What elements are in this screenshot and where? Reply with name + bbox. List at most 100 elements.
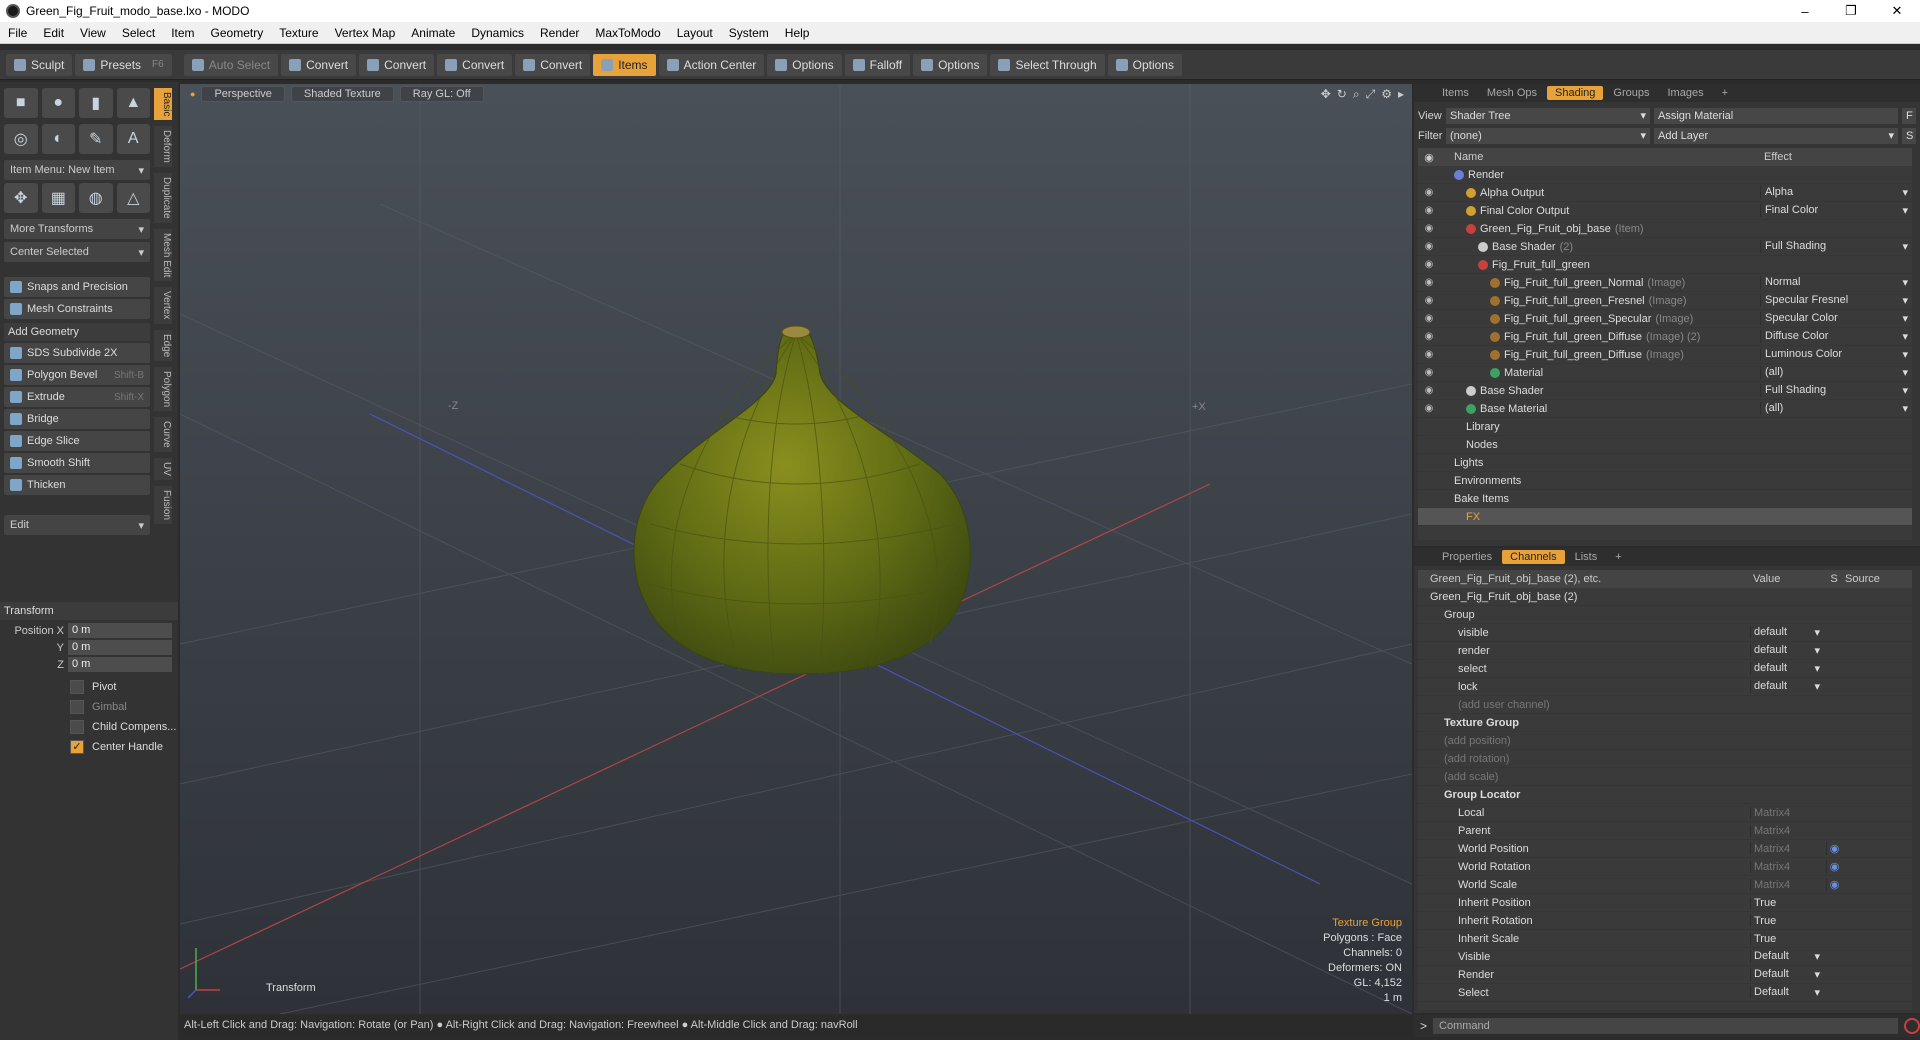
menu-vertex-map[interactable]: Vertex Map bbox=[327, 26, 404, 40]
shader-tree-row[interactable]: ◉ Final Color Output Final Color ▾ bbox=[1418, 202, 1912, 220]
shader-tree-row[interactable]: Nodes bbox=[1418, 436, 1912, 454]
grid-icon[interactable]: ▦ bbox=[41, 183, 75, 213]
shader-tree-row[interactable]: ◉ Fig_Fruit_full_green_Diffuse (Image) (2)… bbox=[1418, 328, 1912, 346]
convert-polygons-button[interactable]: Convert bbox=[437, 53, 513, 76]
pivot-checkbox[interactable]: Pivot bbox=[0, 677, 178, 697]
center-handle-checkbox[interactable]: ✓ Center Handle bbox=[0, 737, 178, 757]
channel-value[interactable]: Matrix4 bbox=[1750, 878, 1826, 891]
channel-row[interactable]: Parent Matrix4 bbox=[1418, 822, 1912, 840]
settings-gear-icon[interactable]: ⚙ bbox=[1381, 87, 1392, 102]
menu-geometry[interactable]: Geometry bbox=[203, 26, 272, 40]
channel-value[interactable]: Matrix4 bbox=[1750, 860, 1826, 873]
tab-mesh-ops[interactable]: Mesh Ops bbox=[1479, 86, 1545, 100]
eye-icon[interactable]: ◉ bbox=[1418, 367, 1440, 378]
menu-render[interactable]: Render bbox=[532, 26, 587, 40]
tab-basic[interactable]: Basic bbox=[154, 88, 172, 121]
tab-uv[interactable]: UV bbox=[154, 457, 172, 480]
shader-tree-row[interactable]: ◉ Alpha Output Alpha ▾ bbox=[1418, 184, 1912, 202]
menu-system[interactable]: System bbox=[721, 26, 777, 40]
f-button[interactable]: F bbox=[1902, 108, 1916, 124]
channel-row[interactable]: (add user channel) bbox=[1418, 696, 1912, 714]
select-through-button[interactable]: Select Through bbox=[990, 53, 1105, 76]
shader-tree-row[interactable]: FX bbox=[1418, 508, 1912, 526]
falloff-options-button[interactable]: Options bbox=[913, 53, 988, 76]
tool-thicken-button[interactable]: Thicken bbox=[4, 475, 150, 495]
eye-icon[interactable]: ◉ bbox=[1418, 277, 1440, 288]
globe-icon[interactable]: ◍ bbox=[79, 183, 113, 213]
channel-value[interactable]: True bbox=[1750, 896, 1826, 909]
effect-cell[interactable]: (all) ▾ bbox=[1760, 402, 1912, 415]
shader-tree-row[interactable]: Bake Items bbox=[1418, 490, 1912, 508]
mesh-constraints-button[interactable]: Mesh Constraints bbox=[4, 299, 150, 319]
tool-smooth-shift-button[interactable]: Smooth Shift bbox=[4, 453, 150, 473]
menu-layout[interactable]: Layout bbox=[669, 26, 721, 40]
channel-row[interactable]: Texture Group bbox=[1418, 714, 1912, 732]
add-tab-icon[interactable]: + bbox=[1714, 86, 1736, 100]
transform-section[interactable]: Transform bbox=[0, 602, 178, 620]
zoom-icon[interactable]: ⌕ bbox=[1353, 87, 1360, 102]
record-icon[interactable] bbox=[1904, 1018, 1920, 1034]
tab-polygon[interactable]: Polygon bbox=[154, 367, 172, 412]
tab-properties[interactable]: Properties bbox=[1434, 550, 1500, 564]
channel-row[interactable]: Inherit Position True bbox=[1418, 894, 1912, 912]
menu-animate[interactable]: Animate bbox=[403, 26, 463, 40]
channel-row[interactable]: Render Default ▾ bbox=[1418, 966, 1912, 984]
channel-value[interactable]: Matrix4 bbox=[1750, 806, 1826, 819]
channel-row[interactable]: World Rotation Matrix4 ◉ bbox=[1418, 858, 1912, 876]
filter-dropdown[interactable]: (none) ▾ bbox=[1446, 128, 1650, 144]
channel-row[interactable]: (add scale) bbox=[1418, 768, 1912, 786]
channel-row[interactable]: World Scale Matrix4 ◉ bbox=[1418, 876, 1912, 894]
effect-cell[interactable]: (all) ▾ bbox=[1760, 366, 1912, 379]
close-button[interactable]: ✕ bbox=[1874, 0, 1920, 22]
cube-icon[interactable]: ■ bbox=[4, 88, 38, 118]
channel-value[interactable]: True bbox=[1750, 914, 1826, 927]
tool-polygon-bevel-button[interactable]: Polygon Bevel Shift-B bbox=[4, 365, 150, 385]
gimbal-checkbox[interactable]: Gimbal bbox=[0, 697, 178, 717]
effect-cell[interactable]: Final Color ▾ bbox=[1760, 204, 1912, 217]
action-center-button[interactable]: Action Center bbox=[658, 53, 765, 76]
menu-file[interactable]: File bbox=[0, 26, 35, 40]
eye-icon[interactable]: ◉ bbox=[1418, 331, 1440, 342]
cone-icon[interactable]: ▲ bbox=[116, 88, 150, 118]
raygl-toggle[interactable]: Ray GL: Off bbox=[399, 86, 484, 102]
assign-material-button[interactable]: Assign Material bbox=[1654, 108, 1898, 124]
position-y-field[interactable]: 0 m bbox=[68, 640, 172, 655]
channel-row[interactable]: Inherit Scale True bbox=[1418, 930, 1912, 948]
channel-row[interactable]: Select Default ▾ bbox=[1418, 984, 1912, 1002]
pyramid-icon[interactable]: △ bbox=[116, 183, 150, 213]
perspective-dropdown[interactable]: Perspective bbox=[201, 86, 285, 102]
position-x-field[interactable]: 0 m bbox=[68, 623, 172, 638]
channel-row[interactable]: select default ▾ bbox=[1418, 660, 1912, 678]
center-selected-dropdown[interactable]: Center Selected ▾ bbox=[4, 242, 150, 262]
add-tab-icon[interactable]: + bbox=[1607, 550, 1629, 564]
menu-item[interactable]: Item bbox=[163, 26, 202, 40]
pen-icon[interactable]: ✎ bbox=[79, 124, 113, 154]
text-icon[interactable]: A bbox=[116, 124, 150, 154]
channel-value[interactable]: Matrix4 bbox=[1750, 824, 1826, 837]
shader-tree-row[interactable]: ◉ Fig_Fruit_full_green_Diffuse (Image) Lumi… bbox=[1418, 346, 1912, 364]
tab-groups[interactable]: Groups bbox=[1605, 86, 1657, 100]
action-center-options-button[interactable]: Options bbox=[767, 53, 842, 76]
tab-items[interactable]: Items bbox=[1434, 86, 1477, 100]
tab-fusion[interactable]: Fusion bbox=[154, 485, 172, 524]
add-geometry-section[interactable]: Add Geometry bbox=[4, 323, 150, 341]
tab-channels[interactable]: Channels bbox=[1502, 550, 1565, 564]
add-layer-dropdown[interactable]: Add Layer ▾ bbox=[1654, 128, 1898, 144]
tab-edge[interactable]: Edge bbox=[154, 329, 172, 362]
channel-row[interactable]: lock default ▾ bbox=[1418, 678, 1912, 696]
shader-tree-row[interactable]: Environments bbox=[1418, 472, 1912, 490]
eye-icon[interactable]: ◉ bbox=[1418, 223, 1440, 234]
tool-bridge-button[interactable]: Bridge bbox=[4, 409, 150, 429]
tab-deform[interactable]: Deform bbox=[154, 126, 172, 168]
menu-edit[interactable]: Edit bbox=[35, 26, 72, 40]
channel-row[interactable]: Green_Fig_Fruit_obj_base (2) bbox=[1418, 588, 1912, 606]
menu-help[interactable]: Help bbox=[777, 26, 818, 40]
tab-curve[interactable]: Curve bbox=[154, 417, 172, 452]
shader-tree-row[interactable]: ◉ Base Shader (2) Full Shading ▾ bbox=[1418, 238, 1912, 256]
snaps-precision-button[interactable]: Snaps and Precision bbox=[4, 277, 150, 297]
items-mode-button[interactable]: Items bbox=[593, 53, 656, 76]
menu-select[interactable]: Select bbox=[114, 26, 163, 40]
channel-value[interactable]: default ▾ bbox=[1750, 680, 1826, 693]
select-through-options-button[interactable]: Options bbox=[1107, 53, 1182, 76]
channel-row[interactable]: Group Locator bbox=[1418, 786, 1912, 804]
